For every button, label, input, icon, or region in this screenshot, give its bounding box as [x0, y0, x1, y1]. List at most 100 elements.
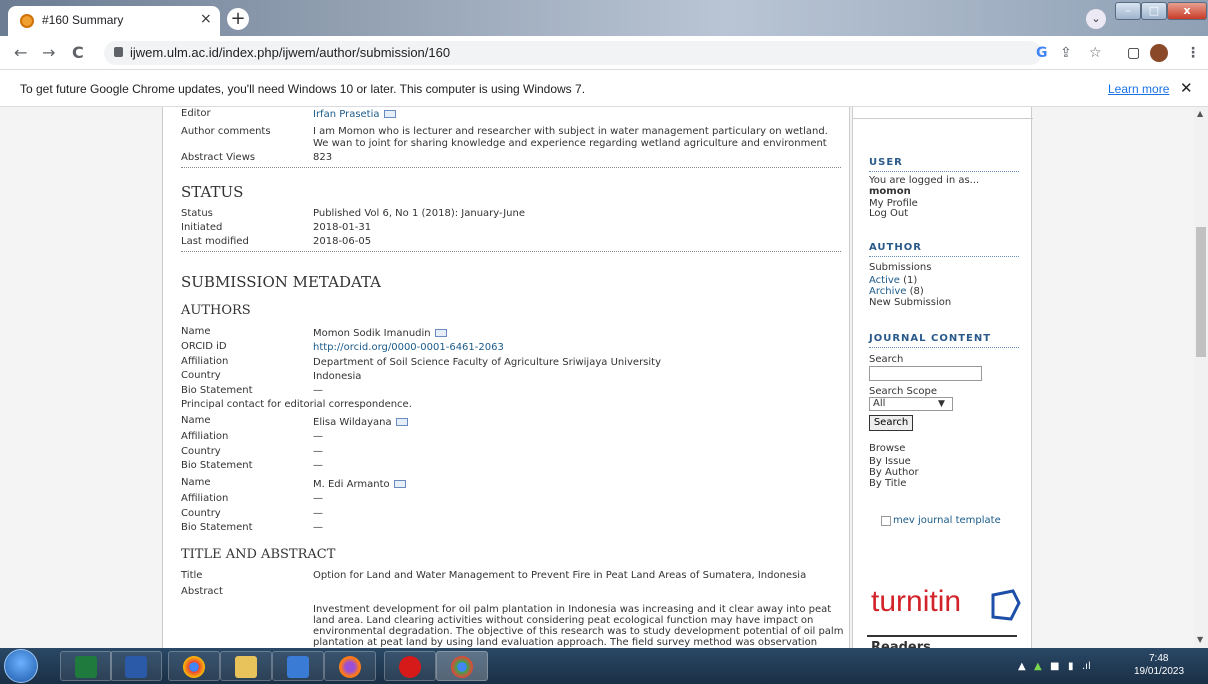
window-minimize-button[interactable]: –: [1115, 2, 1141, 20]
signal-icon[interactable]: .ıl: [1082, 661, 1091, 672]
clock-date[interactable]: 19/01/2023: [1134, 666, 1184, 677]
user-heading: USER: [869, 157, 903, 168]
author3-name-label: Name: [181, 477, 211, 488]
search-button[interactable]: Search: [869, 415, 913, 431]
scroll-down-icon[interactable]: ▼: [1197, 635, 1203, 644]
search-input[interactable]: [869, 366, 982, 381]
back-icon[interactable]: ←: [14, 43, 27, 62]
active-link[interactable]: Active: [869, 275, 900, 286]
taskbar-excel[interactable]: [60, 651, 112, 681]
scroll-up-icon[interactable]: ▲: [1197, 109, 1203, 118]
browse-by-author-link[interactable]: By Author: [869, 467, 919, 478]
editor-name[interactable]: Irfan Prasetia: [313, 109, 380, 120]
author1-name-text: Momon Sodik Imanudin: [313, 328, 431, 339]
journal-content-heading: JOURNAL CONTENT: [869, 333, 992, 344]
page-viewport: Editor Irfan Prasetia Author comments I …: [0, 107, 1194, 648]
new-submission-link[interactable]: New Submission: [869, 297, 951, 308]
readers-heading: Readers: [871, 640, 931, 648]
taskbar-chrome[interactable]: [168, 651, 220, 681]
lock-icon[interactable]: [114, 47, 123, 57]
taskbar-media[interactable]: [272, 651, 324, 681]
new-tab-button[interactable]: +: [227, 8, 249, 30]
abstract-views-value: 823: [313, 152, 333, 163]
share-icon[interactable]: ⇪: [1060, 45, 1072, 61]
turnitin-logo[interactable]: turnitin: [871, 585, 961, 619]
forward-icon[interactable]: →: [42, 43, 55, 62]
author1-bio: —: [313, 385, 323, 396]
tab-close-icon[interactable]: ×: [200, 11, 212, 27]
reload-icon[interactable]: C: [72, 43, 84, 62]
title-abstract-heading: TITLE AND ABSTRACT: [181, 547, 336, 562]
readers-block: Readers: [867, 635, 1017, 648]
author2-name-label: Name: [181, 415, 211, 426]
status-label: Status: [181, 208, 213, 219]
submissions-label: Submissions: [869, 262, 932, 273]
search-scope-select[interactable]: All ▼: [869, 397, 953, 411]
orcid-label: ORCID iD: [181, 341, 227, 352]
author1-bio-label: Bio Statement: [181, 385, 253, 396]
email-icon[interactable]: [383, 110, 396, 118]
editor-value: Irfan Prasetia: [313, 109, 396, 120]
bookmark-star-icon[interactable]: ☆: [1089, 45, 1102, 61]
drive-icon[interactable]: ▲: [1034, 661, 1042, 672]
tab-search-button[interactable]: ⌄: [1086, 9, 1106, 29]
page-scrollbar[interactable]: ▲ ▼: [1194, 107, 1208, 648]
taskbar-word[interactable]: [110, 651, 162, 681]
archive-link[interactable]: Archive: [869, 286, 906, 297]
turnitin-mark-icon: [991, 589, 1021, 621]
browser-titlebar: #160 Summary × + ⌄ – □ x: [0, 0, 1208, 36]
taskbar-firefox[interactable]: [324, 651, 376, 681]
media-player-icon: [287, 656, 309, 678]
taskbar-explorer[interactable]: [220, 651, 272, 681]
battery-icon[interactable]: ▮: [1068, 661, 1074, 672]
tab-window-icon[interactable]: ▢: [1127, 45, 1140, 61]
author-comments-line2: We wan to joint for sharing knowledge an…: [313, 138, 827, 149]
scroll-thumb[interactable]: [1196, 227, 1206, 357]
tab-title: #160 Summary: [42, 13, 124, 27]
address-bar[interactable]: ijwem.ulm.ac.id/index.php/ijwem/author/s…: [104, 41, 1042, 65]
browser-tab[interactable]: #160 Summary ×: [8, 6, 220, 36]
tray-expand-icon[interactable]: ▲: [1018, 661, 1026, 672]
email-icon[interactable]: [434, 329, 447, 337]
menu-icon[interactable]: ⋮: [1186, 45, 1200, 61]
editor-label: Editor: [181, 108, 211, 119]
chevron-down-icon: ▼: [938, 399, 945, 409]
author3-affiliation-label: Affiliation: [181, 493, 229, 504]
clock-time[interactable]: 7:48: [1149, 653, 1168, 664]
infobar-close-icon[interactable]: ✕: [1180, 79, 1193, 97]
orcid-link[interactable]: http://orcid.org/0000-0001-6461-2063: [313, 342, 504, 353]
browse-by-title-link[interactable]: By Title: [869, 478, 906, 489]
template-image[interactable]: mev journal template: [881, 515, 1001, 526]
abstract-label: Abstract: [181, 586, 223, 597]
log-out-link[interactable]: Log Out: [869, 208, 908, 219]
active-submissions: Active (1): [869, 275, 917, 286]
author1-country: Indonesia: [313, 371, 362, 382]
tray-app-icon[interactable]: ■: [1050, 661, 1059, 672]
author2-bio-label: Bio Statement: [181, 460, 253, 471]
author3-bio: —: [313, 522, 323, 533]
taskbar-opera[interactable]: [384, 651, 436, 681]
author1-name-label: Name: [181, 326, 211, 337]
google-icon[interactable]: G: [1036, 45, 1048, 61]
email-icon[interactable]: [393, 480, 406, 488]
author2-affiliation-label: Affiliation: [181, 431, 229, 442]
profile-avatar[interactable]: [1150, 44, 1168, 62]
last-modified-value: 2018-06-05: [313, 236, 372, 247]
taskbar-chrome-active[interactable]: [436, 651, 488, 681]
title-label: Title: [181, 570, 203, 581]
separator: [181, 251, 841, 252]
author-heading: AUTHOR: [869, 242, 922, 253]
scope-selected: All: [873, 398, 886, 409]
url-text[interactable]: ijwem.ulm.ac.id/index.php/ijwem/author/s…: [130, 45, 450, 60]
author2-country-label: Country: [181, 446, 221, 457]
window-maximize-button[interactable]: □: [1141, 2, 1167, 20]
initiated-value: 2018-01-31: [313, 222, 372, 233]
author1-affiliation: Department of Soil Science Faculty of Ag…: [313, 357, 662, 368]
email-icon[interactable]: [395, 418, 408, 426]
window-close-button[interactable]: x: [1167, 2, 1207, 20]
browse-by-issue-link[interactable]: By Issue: [869, 456, 911, 467]
learn-more-link[interactable]: Learn more: [1108, 82, 1169, 96]
start-button[interactable]: [4, 649, 38, 683]
metadata-heading: SUBMISSION METADATA: [181, 273, 382, 291]
tab-favicon-icon: [20, 14, 34, 28]
